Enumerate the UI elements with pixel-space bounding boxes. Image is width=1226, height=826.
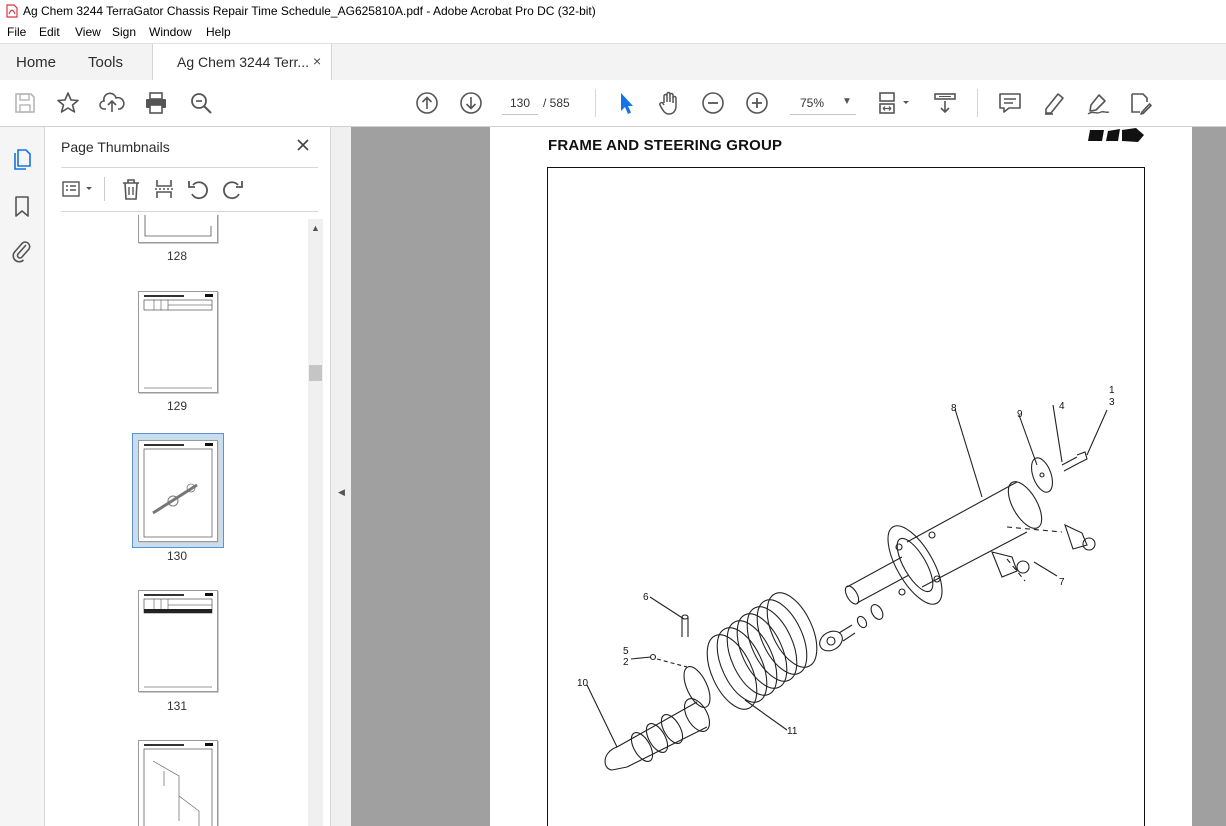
bookmark-icon[interactable]: [10, 194, 34, 218]
delete-page-icon[interactable]: [119, 177, 143, 201]
menu-sign[interactable]: Sign: [112, 25, 136, 39]
tab-document-label: Ag Chem 3244 Terr...: [177, 54, 310, 70]
zoom-value: 75%: [800, 96, 825, 110]
comment-icon[interactable]: [997, 90, 1023, 116]
collapse-panel-icon[interactable]: ◀: [338, 487, 345, 498]
page-up-icon[interactable]: [414, 90, 440, 116]
panel-title: Page Thumbnails: [61, 139, 170, 155]
callout-1: 1: [1109, 385, 1115, 396]
menu-edit[interactable]: Edit: [39, 25, 60, 39]
thumbnail-label: 128: [166, 249, 188, 263]
acrobat-app-icon: [6, 4, 18, 18]
menu-window[interactable]: Window: [149, 25, 192, 39]
zoom-out-icon[interactable]: [700, 90, 726, 116]
bookmark-star-icon[interactable]: [55, 90, 81, 116]
panel-splitter[interactable]: ◀: [330, 127, 351, 826]
zoom-in-icon[interactable]: [744, 90, 770, 116]
callout-11: 11: [787, 726, 798, 737]
callout-3: 3: [1109, 397, 1115, 408]
thumbnail-page[interactable]: [138, 740, 218, 826]
page-thumbnails-icon[interactable]: [10, 147, 34, 171]
hand-icon[interactable]: [656, 90, 682, 116]
panel-divider: [61, 211, 318, 212]
exploded-parts-drawing: 1 3 8 9 4 7 6 5 2 10 11: [577, 385, 1115, 771]
title-bar: Ag Chem 3244 TerraGator Chassis Repair T…: [0, 0, 1226, 24]
callout-10: 10: [577, 678, 589, 689]
page-heading: FRAME AND STEERING GROUP: [548, 137, 783, 154]
brand-logo: [1088, 128, 1144, 142]
attachment-icon[interactable]: [10, 239, 34, 263]
thumbnail-options-icon[interactable]: [61, 177, 95, 201]
edit-pdf-icon[interactable]: [1128, 90, 1154, 116]
tab-document[interactable]: Ag Chem 3244 Terr... ×: [152, 44, 332, 81]
zoom-select[interactable]: 75% ▼: [790, 92, 856, 115]
callout-5: 5: [623, 646, 629, 657]
print-icon[interactable]: [143, 90, 169, 116]
sign-icon[interactable]: [1085, 90, 1111, 116]
thumbnail-label: 130: [166, 549, 188, 563]
tab-tools[interactable]: Tools: [88, 54, 123, 71]
tab-bar: Home Tools Ag Chem 3244 Terr... ×: [0, 43, 1226, 81]
document-view[interactable]: FRAME AND STEERING GROUP 1 3 8 9 4 7 6 5…: [351, 127, 1226, 826]
thumbnail-page-selected[interactable]: [138, 440, 218, 542]
thumbnail-page[interactable]: [138, 291, 218, 393]
callout-6: 6: [643, 592, 649, 603]
save-icon[interactable]: [12, 90, 38, 116]
select-arrow-icon[interactable]: [613, 90, 639, 116]
toolbar-divider: [595, 89, 596, 117]
page-down-icon[interactable]: [458, 90, 484, 116]
window-title: Ag Chem 3244 TerraGator Chassis Repair T…: [23, 4, 596, 18]
thumbnail-page[interactable]: [138, 215, 218, 243]
page-number-input[interactable]: 130: [502, 92, 538, 115]
panel-toolbar-divider: [104, 177, 105, 201]
close-icon[interactable]: [295, 137, 311, 153]
upload-icon[interactable]: [99, 90, 125, 116]
highlight-icon[interactable]: [1041, 90, 1067, 116]
fit-page-icon[interactable]: [876, 90, 912, 116]
zoom-search-icon[interactable]: [188, 90, 214, 116]
rotate-left-icon[interactable]: [186, 177, 210, 201]
close-tab-icon[interactable]: ×: [313, 53, 321, 69]
extract-pages-icon[interactable]: [152, 177, 176, 201]
thumbnails-panel: Page Thumbnails 128 129 130 131 ▲: [45, 127, 330, 826]
scroll-up-icon[interactable]: ▲: [311, 223, 320, 233]
menu-help[interactable]: Help: [206, 25, 231, 39]
pdf-page: FRAME AND STEERING GROUP 1 3 8 9 4 7 6 5…: [490, 127, 1192, 826]
thumbnail-scrollbar[interactable]: ▲: [308, 219, 323, 826]
rotate-right-icon[interactable]: [221, 177, 245, 201]
toolbar: 130 / 585 75% ▼: [0, 80, 1226, 127]
menu-bar: File Edit View Sign Window Help: [0, 23, 1226, 43]
callout-2: 2: [623, 657, 629, 668]
thumbnail-label: 129: [166, 399, 188, 413]
callout-7: 7: [1059, 577, 1065, 588]
callout-4: 4: [1059, 401, 1065, 412]
thumbnail-list: 128 129 130 131: [45, 215, 307, 826]
menu-view[interactable]: View: [75, 25, 101, 39]
left-rail: [0, 127, 45, 826]
chevron-down-icon: ▼: [842, 96, 852, 107]
thumbnail-label: 131: [166, 699, 188, 713]
tab-home[interactable]: Home: [16, 54, 56, 71]
page-count: / 585: [543, 96, 570, 110]
scroll-mode-icon[interactable]: [932, 90, 958, 116]
thumbnail-page[interactable]: [138, 590, 218, 692]
toolbar-divider: [977, 89, 978, 117]
callout-8: 8: [951, 403, 957, 414]
panel-divider: [61, 167, 318, 168]
menu-file[interactable]: File: [7, 25, 26, 39]
callout-9: 9: [1017, 409, 1023, 420]
scrollbar-thumb[interactable]: [309, 365, 322, 381]
